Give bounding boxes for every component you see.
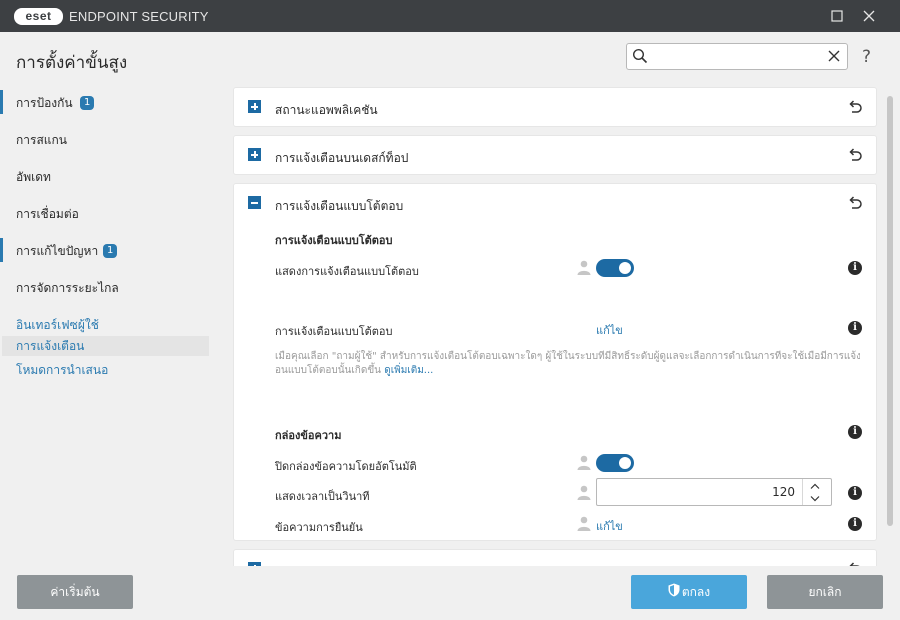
section-title: การแจ้งเตือนแบบโต้ตอบ [275, 234, 393, 247]
search-input[interactable] [653, 47, 823, 66]
app-name: ENDPOINT SECURITY [69, 9, 209, 24]
notification-badge: 1 [103, 244, 118, 258]
sidebar-item-user-interface[interactable]: อินเทอร์เฟซผู้ใช้ [16, 316, 99, 335]
section-title: กล่องข้อความ [275, 429, 342, 442]
sidebar-item-label: การจัดการระยะไกล [16, 281, 119, 295]
learn-more-link[interactable]: ดูเพิ่มเติม... [384, 365, 433, 376]
user-icon [577, 485, 591, 500]
sidebar-item-label: การป้องกัน [16, 96, 73, 110]
auto-close-label: ปิดกล่องข้อความโดยอัตโนมัติ [275, 460, 417, 473]
edit-interactive-alerts-link[interactable]: แก้ไข [596, 321, 623, 339]
sidebar-item-update[interactable]: อัพเดท [0, 160, 210, 190]
card-title: การแจ้งเตือนแบบโต้ตอบ [275, 199, 404, 213]
card-desktop-notifications: การแจ้งเตือนบนเดสก์ท็อป [234, 136, 876, 174]
ok-label: ตกลง [681, 585, 711, 599]
sidebar-item-protection[interactable]: การป้องกัน 1 [0, 86, 210, 116]
notification-badge: 1 [80, 96, 95, 110]
maximize-icon[interactable] [828, 7, 846, 25]
description-text-2: อนแบบโต้ตอบนั้นเกิดขึ้น ดูเพิ่มเติม... [275, 364, 433, 378]
expand-icon[interactable] [248, 148, 261, 161]
search-icon [632, 48, 648, 64]
show-interactive-alerts-toggle[interactable] [596, 259, 634, 277]
eset-logo: eset [14, 8, 63, 25]
info-icon[interactable]: i [848, 486, 862, 500]
description-line-1: เมื่อคุณเลือก "ถามผู้ใช้" สำหรับการแจ้งเ… [275, 351, 860, 362]
sidebar-item-troubleshooting[interactable]: การแก้ไขปัญหา 1 [0, 234, 210, 264]
user-icon [577, 516, 591, 531]
revert-icon[interactable] [846, 146, 864, 164]
ok-button[interactable]: ตกลง [631, 575, 747, 609]
sidebar: การป้องกัน 1 การสแกน อัพเดท การเชื่อมต่อ… [0, 84, 220, 564]
sidebar-item-label: การสแกน [16, 133, 67, 147]
header: การตั้งค่าขั้นสูง ? [0, 32, 900, 84]
timeout-input[interactable] [603, 483, 795, 501]
card-next-section [234, 550, 876, 566]
chevron-up-icon[interactable] [808, 481, 822, 492]
default-button[interactable]: ค่าเริ่มต้น [17, 575, 133, 609]
sidebar-item-notifications[interactable]: การแจ้งเตือน [2, 336, 209, 356]
expand-icon[interactable] [248, 100, 261, 113]
edit-confirmation-messages-link[interactable]: แก้ไข [596, 517, 623, 535]
info-icon[interactable]: i [848, 321, 862, 335]
title-bar: eset ENDPOINT SECURITY [0, 0, 900, 32]
revert-icon[interactable] [846, 194, 864, 212]
sidebar-item-label: อัพเดท [16, 170, 51, 184]
card-header[interactable] [234, 550, 876, 566]
sidebar-item-label: การแก้ไขปัญหา [16, 244, 99, 258]
close-icon[interactable] [860, 7, 878, 25]
sidebar-item-presentation-mode[interactable]: โหมดการนำเสนอ [16, 361, 108, 380]
page-title: การตั้งค่าขั้นสูง [16, 53, 128, 73]
card-interactive-alerts: การแจ้งเตือนแบบโต้ตอบ การแจ้งเตือนแบบโต้… [234, 184, 876, 540]
active-indicator [0, 238, 3, 262]
timeout-stepper[interactable] [596, 478, 832, 506]
search-box[interactable] [626, 43, 848, 70]
auto-close-toggle[interactable] [596, 454, 634, 472]
card-title: การแจ้งเตือนบนเดสก์ท็อป [275, 151, 409, 165]
clear-search-icon[interactable] [826, 48, 842, 64]
help-button[interactable]: ? [862, 47, 871, 67]
card-header[interactable]: สถานะแอพพลิเคชัน [234, 88, 876, 128]
collapse-icon[interactable] [248, 196, 261, 209]
user-icon [577, 455, 591, 470]
info-icon[interactable]: i [848, 261, 862, 275]
settings-content: สถานะแอพพลิเคชัน การแจ้งเตือนบนเดสก์ท็อป… [226, 84, 886, 566]
interactive-alerts-label: การแจ้งเตือนแบบโต้ตอบ [275, 325, 393, 338]
show-interactive-alerts-label: แสดงการแจ้งเตือนแบบโต้ตอบ [275, 265, 419, 278]
sidebar-item-remote-management[interactable]: การจัดการระยะไกล [0, 271, 210, 301]
chevron-down-icon[interactable] [808, 493, 822, 504]
confirmation-messages-label: ข้อความการยืนยัน [275, 521, 363, 534]
card-application-status: สถานะแอพพลิเคชัน [234, 88, 876, 126]
info-icon[interactable]: i [848, 517, 862, 531]
timeout-label: แสดงเวลาเป็นวินาที [275, 490, 370, 503]
scrollbar[interactable] [887, 96, 893, 526]
description-text: เมื่อคุณเลือก "ถามผู้ใช้" สำหรับการแจ้งเ… [275, 350, 860, 364]
card-header[interactable]: การแจ้งเตือนแบบโต้ตอบ [234, 184, 876, 224]
description-line-2: อนแบบโต้ตอบนั้นเกิดขึ้น [275, 365, 382, 376]
user-icon [577, 260, 591, 275]
card-header[interactable]: การแจ้งเตือนบนเดสก์ท็อป [234, 136, 876, 176]
active-indicator [0, 90, 3, 114]
stepper-divider [802, 479, 803, 505]
shield-icon [668, 576, 680, 610]
footer: ค่าเริ่มต้น ตกลง ยกเลิก [0, 566, 900, 620]
cancel-button[interactable]: ยกเลิก [767, 575, 883, 609]
revert-icon[interactable] [846, 98, 864, 116]
card-title: สถานะแอพพลิเคชัน [275, 103, 378, 117]
info-icon[interactable]: i [848, 425, 862, 439]
sidebar-item-scan[interactable]: การสแกน [0, 123, 210, 153]
sidebar-item-label: การเชื่อมต่อ [16, 207, 79, 221]
sidebar-item-connectivity[interactable]: การเชื่อมต่อ [0, 197, 210, 227]
